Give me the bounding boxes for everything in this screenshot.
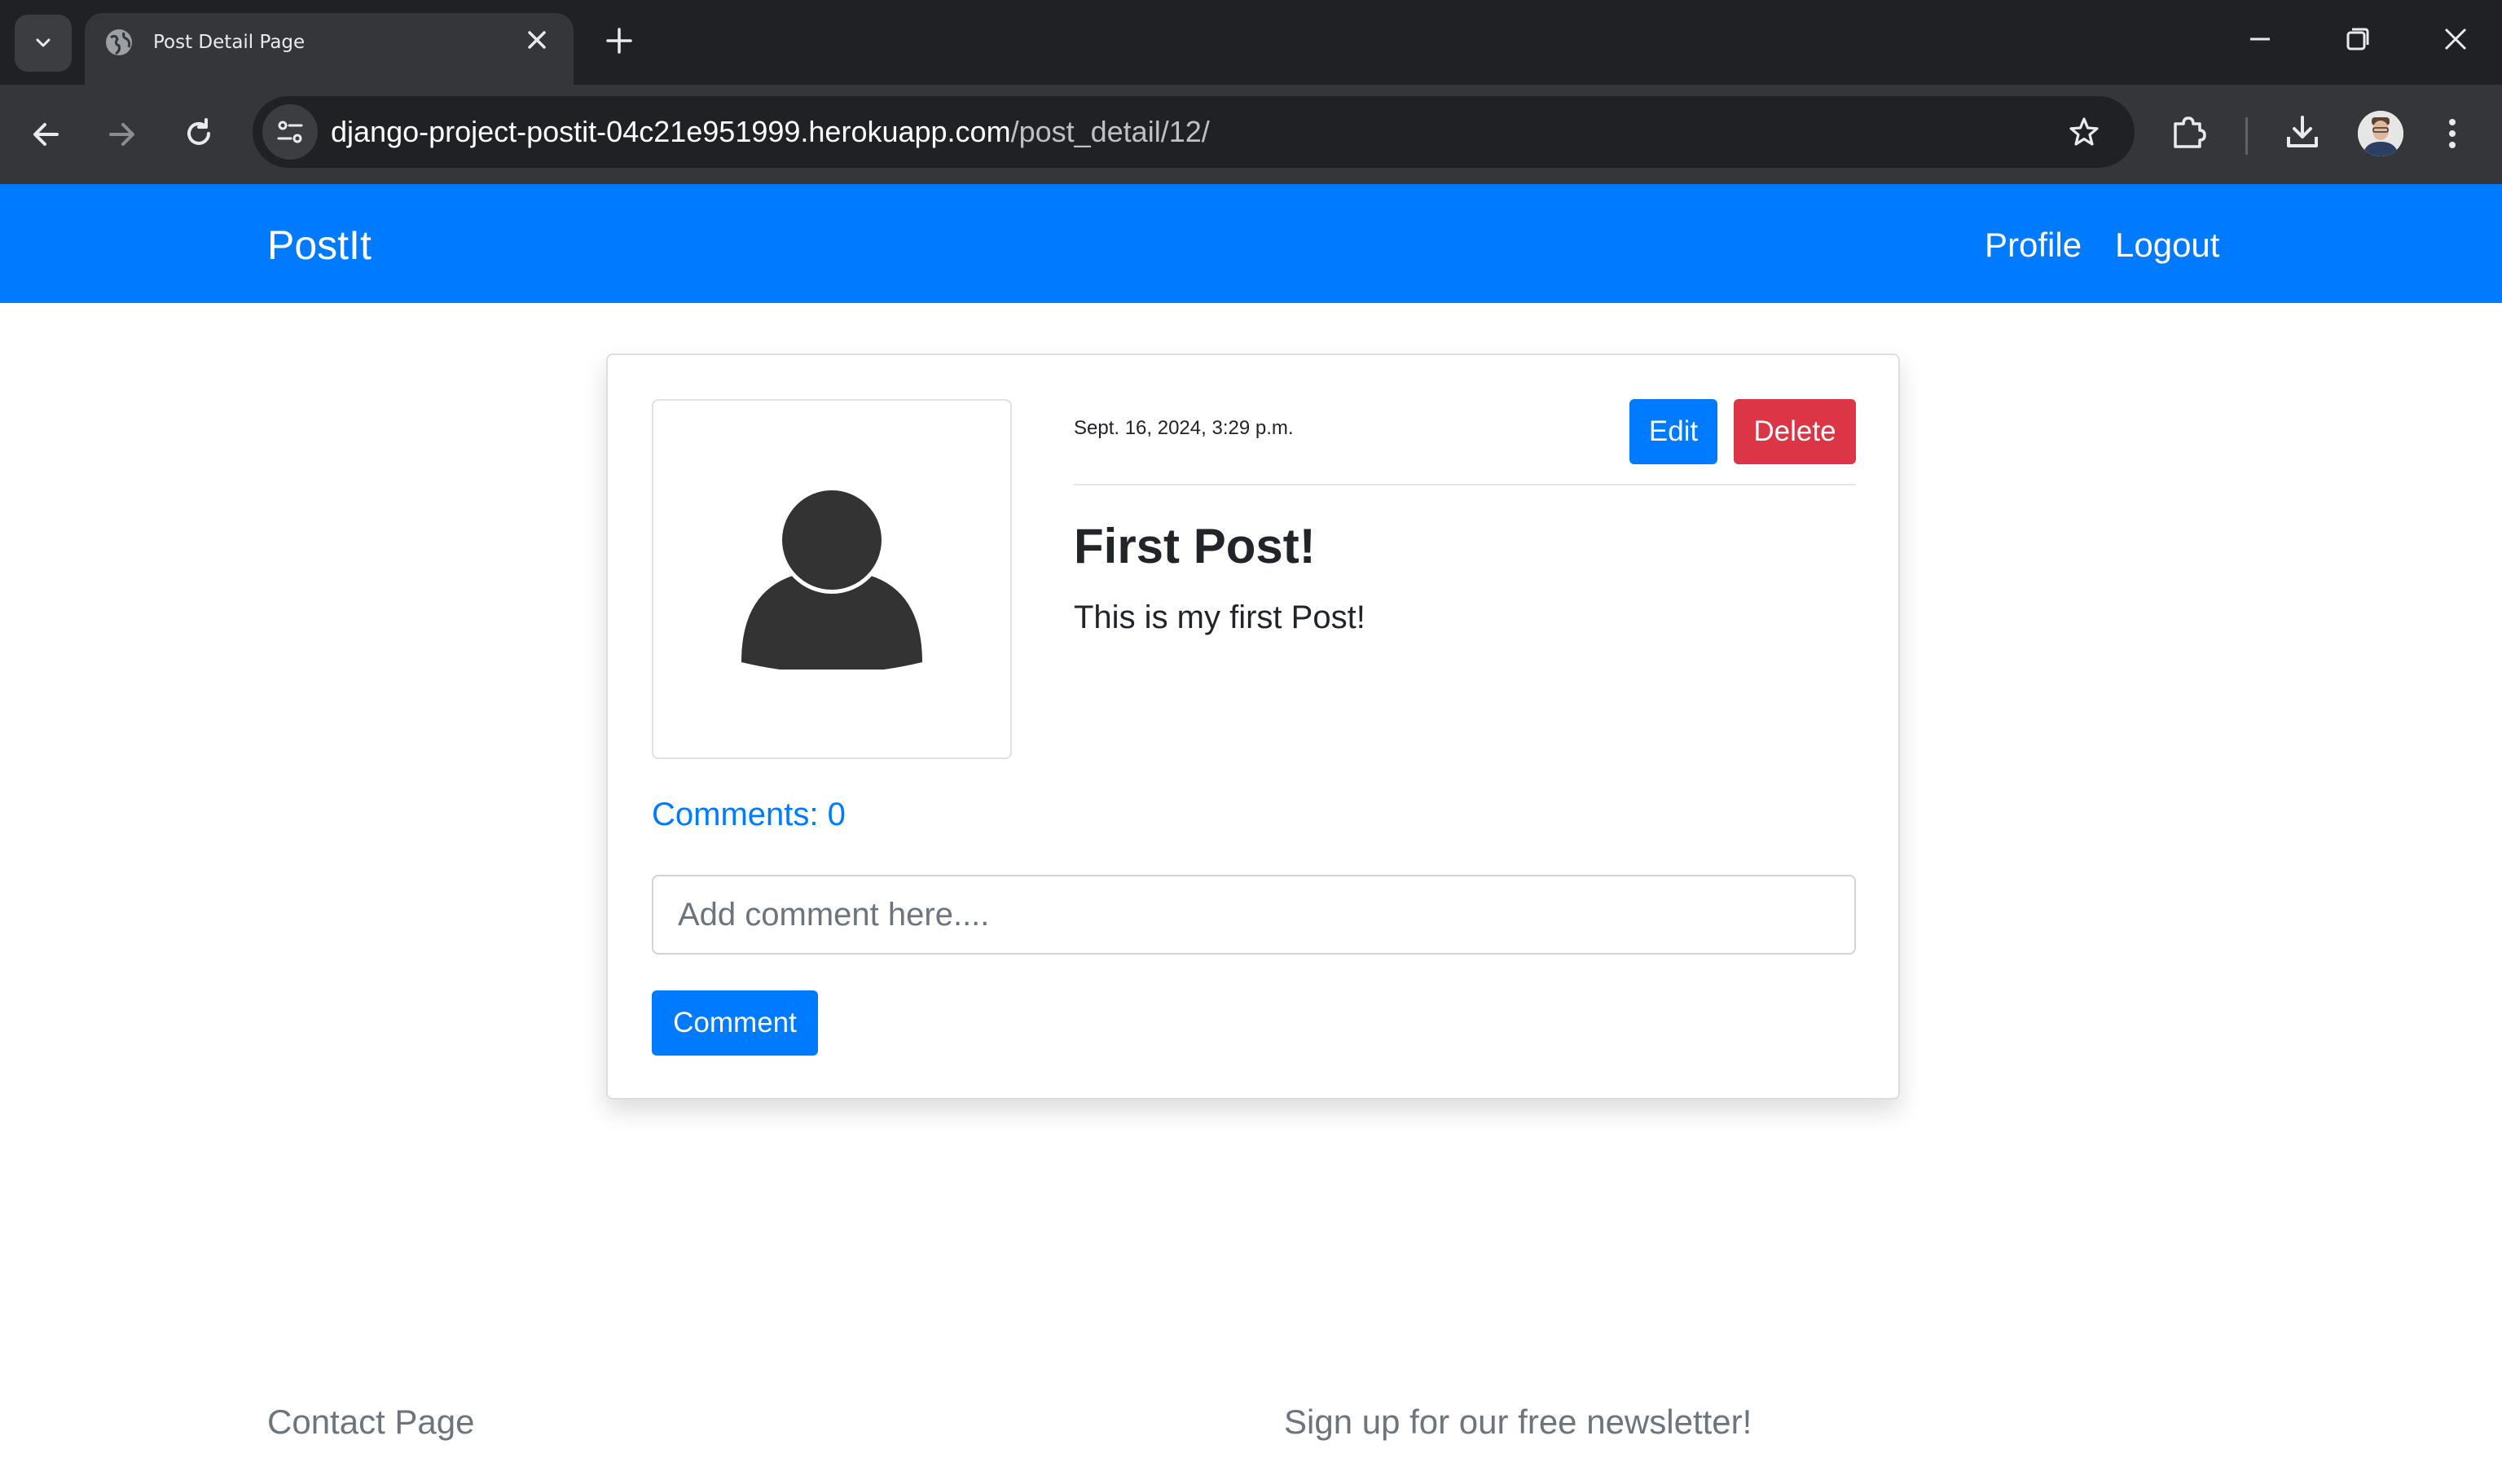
browser-tabstrip: Post Detail Page	[0, 0, 2502, 85]
window-close-icon[interactable]	[2441, 24, 2470, 54]
browser-tab-active[interactable]: Post Detail Page	[85, 13, 574, 85]
site-navbar: PostIt Profile Logout	[0, 184, 2502, 303]
restore-icon[interactable]	[2343, 24, 2372, 54]
forward-arrow-icon[interactable]	[104, 117, 139, 151]
tab-search-button[interactable]	[15, 15, 72, 72]
comments-count-link[interactable]: Comments: 0	[652, 797, 846, 833]
profile-avatar[interactable]	[2358, 111, 2403, 156]
url-host: django-project-postit-04c21e951999.herok…	[331, 115, 1011, 148]
url-path: /post_detail/12/	[1010, 115, 1210, 148]
footer-newsletter-text: Sign up for our free newsletter!	[1284, 1403, 1752, 1441]
post-divider	[1074, 484, 1856, 485]
user-placeholder-icon	[741, 489, 922, 670]
bookmark-star-icon[interactable]	[2068, 116, 2100, 148]
nav-profile-link[interactable]: Profile	[1985, 184, 2082, 306]
tab-title: Post Detail Page	[153, 32, 306, 53]
browser-toolbar: django-project-postit-04c21e951999.herok…	[0, 85, 2502, 184]
user-photo-icon	[2358, 111, 2403, 156]
delete-button[interactable]: Delete	[1734, 399, 1856, 464]
footer-contact-link[interactable]: Contact Page	[267, 1403, 475, 1442]
post-card: Sept. 16, 2024, 3:29 p.m. Edit Delete Fi…	[606, 353, 1900, 1100]
minimize-icon[interactable]	[2245, 24, 2275, 54]
comment-submit-button[interactable]: Comment	[652, 990, 818, 1056]
brand-link[interactable]: PostIt	[267, 184, 372, 306]
comment-input[interactable]	[652, 875, 1856, 955]
tune-icon	[277, 121, 303, 143]
nav-logout-link[interactable]: Logout	[2115, 184, 2219, 306]
site-info-button[interactable]	[262, 104, 318, 160]
post-body: This is my first Post!	[1074, 599, 1365, 635]
new-tab-icon[interactable]	[605, 26, 634, 55]
close-icon[interactable]	[525, 28, 549, 52]
reload-icon[interactable]	[181, 116, 217, 151]
download-icon[interactable]	[2284, 114, 2320, 150]
edit-button[interactable]: Edit	[1629, 399, 1717, 464]
extensions-puzzle-icon[interactable]	[2170, 114, 2206, 150]
toolbar-divider	[2245, 117, 2248, 155]
address-bar[interactable]: django-project-postit-04c21e951999.herok…	[253, 96, 2135, 168]
post-author-image	[652, 399, 1012, 759]
more-menu-icon[interactable]	[2444, 116, 2460, 151]
chevron-down-icon	[36, 38, 51, 47]
back-arrow-icon[interactable]	[29, 117, 64, 151]
globe-icon	[106, 29, 132, 55]
url-text[interactable]: django-project-postit-04c21e951999.herok…	[331, 96, 1210, 168]
post-date: Sept. 16, 2024, 3:29 p.m.	[1074, 417, 1294, 439]
post-title: First Post!	[1074, 519, 1316, 573]
